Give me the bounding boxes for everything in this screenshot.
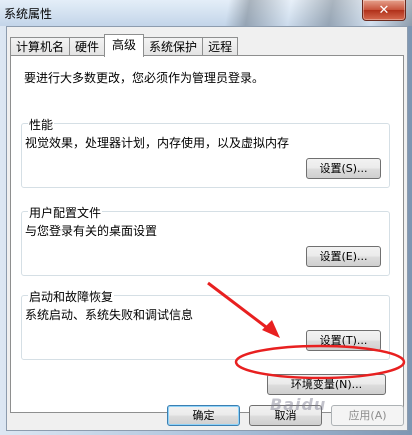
tab-advanced[interactable]: 高级: [104, 34, 145, 57]
system-properties-window: 系统属性 ✕ 计算机名 硬件 高级 系统保护 远程 要进行大多数更改，您必须作为…: [0, 0, 412, 435]
user-profiles-group-title: 用户配置文件: [28, 204, 103, 221]
tab-remote[interactable]: 远程: [202, 37, 239, 56]
window-title: 系统属性: [4, 7, 53, 21]
environment-variables-button[interactable]: 环境变量(N)...: [267, 374, 386, 395]
performance-group: 性能 视觉效果，处理器计划，内存使用，以及虚拟内存 设置(S)...: [21, 116, 390, 188]
close-button[interactable]: ✕: [362, 0, 406, 21]
user-profiles-description: 与您登录有关的桌面设置: [25, 224, 158, 238]
tab-strip: 计算机名 硬件 高级 系统保护 远程: [10, 34, 239, 57]
startup-recovery-description: 系统启动、系统失败和调试信息: [25, 308, 194, 322]
apply-button[interactable]: 应用(A): [331, 405, 404, 426]
tab-computer-name[interactable]: 计算机名: [10, 37, 71, 56]
user-profiles-settings-button[interactable]: 设置(E)...: [306, 246, 381, 267]
tab-hardware[interactable]: 硬件: [69, 37, 106, 56]
performance-settings-button[interactable]: 设置(S)...: [306, 158, 381, 179]
tab-system-protection[interactable]: 系统保护: [143, 37, 204, 56]
admin-notice: 要进行大多数更改，您必须作为管理员登录。: [24, 71, 265, 85]
close-icon: ✕: [378, 2, 390, 18]
startup-recovery-settings-button[interactable]: 设置(T)...: [306, 330, 381, 351]
startup-recovery-group-title: 启动和故障恢复: [28, 288, 115, 305]
baidu-watermark: Baidu: [270, 395, 327, 414]
user-profiles-group: 用户配置文件 与您登录有关的桌面设置 设置(E)...: [21, 204, 390, 276]
advanced-tab-panel: 要进行大多数更改，您必须作为管理员登录。 性能 视觉效果，处理器计划，内存使用，…: [10, 55, 404, 413]
dialog-client-area: 计算机名 硬件 高级 系统保护 远程 要进行大多数更改，您必须作为管理员登录。 …: [6, 26, 408, 431]
title-bar[interactable]: 系统属性 ✕: [0, 0, 412, 26]
performance-description: 视觉效果，处理器计划，内存使用，以及虚拟内存: [25, 136, 290, 150]
ok-button[interactable]: 确定: [167, 405, 240, 426]
startup-recovery-group: 启动和故障恢复 系统启动、系统失败和调试信息 设置(T)...: [21, 288, 390, 360]
performance-group-title: 性能: [28, 116, 55, 133]
